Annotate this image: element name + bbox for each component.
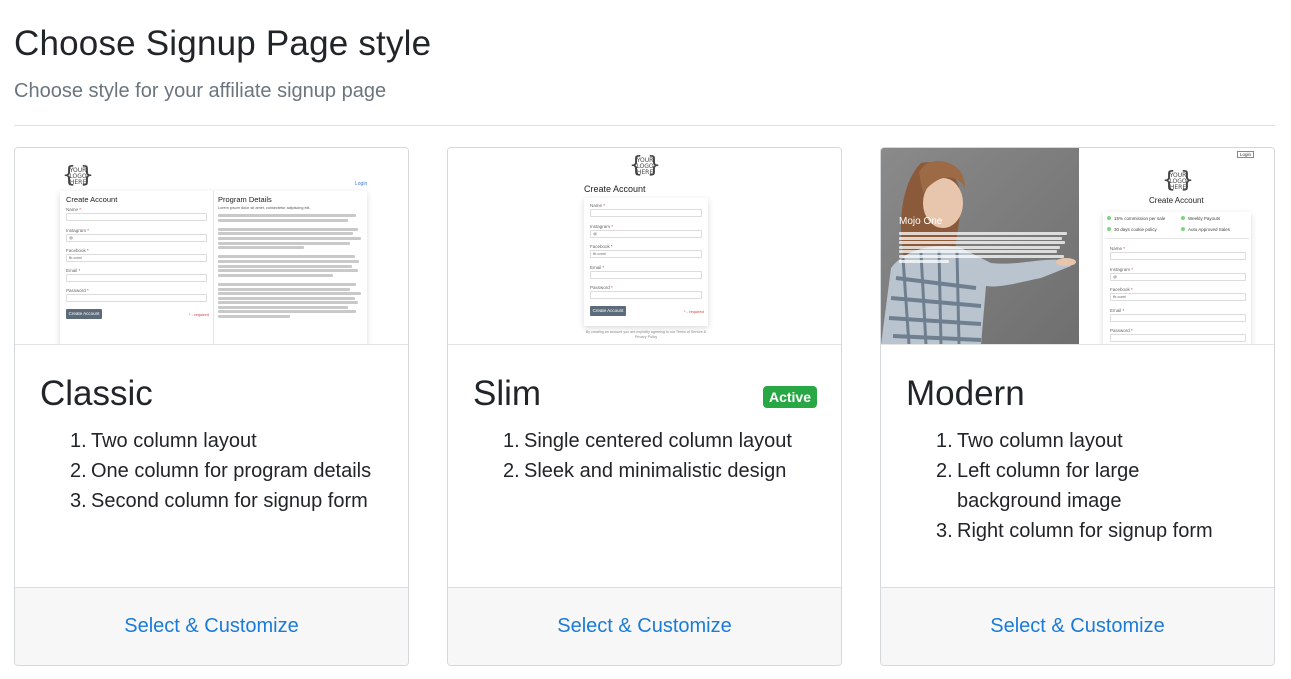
field-input xyxy=(1110,314,1246,322)
field-input xyxy=(590,209,702,217)
brand-name: Mojo One xyxy=(899,216,943,227)
field-input xyxy=(66,294,207,302)
field-input: @ xyxy=(66,234,207,242)
field-input: fb.com/ xyxy=(590,250,702,258)
perk-item: 15% commission per sale xyxy=(1114,216,1166,221)
field-label: Password * xyxy=(590,285,613,290)
list-item: 1. Two column layout xyxy=(70,430,257,452)
form-title: Create Account xyxy=(1149,196,1204,205)
perk-item: Auto Approved Sales xyxy=(1188,227,1231,232)
terms-note: By creating an account you are explicitl… xyxy=(585,330,707,339)
field-input xyxy=(1110,252,1246,260)
background-photo: Mojo One xyxy=(881,148,1079,344)
slim-preview-image: { YOUR LOGO HERE } Create Account Name *… xyxy=(448,148,841,345)
active-status-badge: Active xyxy=(762,386,817,408)
modern-preview-image: Mojo One Login { YOUR LOGO HERE } Create… xyxy=(881,148,1274,345)
field-input: fb.com/ xyxy=(1110,293,1246,301)
header-divider xyxy=(14,125,1275,126)
list-item: 3. Right column for signup form xyxy=(936,520,1213,542)
required-note: * - required xyxy=(684,309,704,314)
perk-item: Weekly Payouts xyxy=(1188,216,1221,221)
field-label: Name * xyxy=(1110,246,1126,251)
card-footer: Select & Customize xyxy=(881,587,1274,665)
feature-list: 1. Two column layout 2. One column for pro… xyxy=(70,426,371,516)
card-footer: Select & Customize xyxy=(15,587,408,665)
field-label: Facebook * xyxy=(1110,287,1133,292)
list-item: 2. One column for program details xyxy=(70,460,372,482)
field-label: Name * xyxy=(590,203,606,208)
logo-placeholder-icon: { YOUR LOGO HERE } xyxy=(629,153,661,178)
field-input xyxy=(590,291,702,299)
logo-placeholder-icon: { YOUR LOGO HERE } xyxy=(1162,168,1194,193)
field-input xyxy=(590,271,702,279)
field-label: Instagram * xyxy=(66,228,90,233)
program-details-text xyxy=(218,214,362,320)
card-title: Slim xyxy=(473,374,542,413)
field-label: Facebook * xyxy=(66,248,89,253)
form-title: Create Account xyxy=(66,195,118,204)
field-label: Facebook * xyxy=(590,244,613,249)
form-title: Create Account xyxy=(584,184,646,194)
card-footer: Select & Customize xyxy=(448,587,841,665)
list-item: 1. Two column layout xyxy=(936,430,1123,452)
field-input xyxy=(66,274,207,282)
page-subtitle: Choose style for your affiliate signup p… xyxy=(14,80,387,102)
select-customize-slim-link[interactable]: Select & Customize xyxy=(557,615,732,638)
login-link: Login xyxy=(355,181,368,187)
brand-description xyxy=(899,232,1067,264)
card-title: Modern xyxy=(906,374,1025,413)
card-title: Classic xyxy=(40,374,153,413)
field-label: Email * xyxy=(1110,308,1125,313)
list-item: 2. Left column for large background image xyxy=(936,460,1140,512)
details-intro: Lorem ipsum dolor sit amet, consectetur … xyxy=(218,206,311,210)
style-card-slim: { YOUR LOGO HERE } Create Account Name *… xyxy=(447,147,842,666)
select-customize-classic-link[interactable]: Select & Customize xyxy=(124,615,299,638)
list-item: 2. Sleek and minimalistic design xyxy=(503,460,787,482)
logo-placeholder-icon: { YOUR LOGO HERE } xyxy=(62,163,94,188)
field-input: fb.com/ xyxy=(66,254,207,262)
details-title: Program Details xyxy=(218,195,272,204)
login-button: Login xyxy=(1237,151,1255,158)
feature-list: 1. Two column layout 2. Left column for la… xyxy=(936,426,1236,546)
create-account-button: Create Account xyxy=(590,306,626,316)
list-item: 1. Single centered column layout xyxy=(503,430,792,452)
field-label: Email * xyxy=(66,268,81,273)
field-label: Instagram * xyxy=(590,224,614,229)
list-item: 3. Second column for signup form xyxy=(70,490,368,512)
style-card-classic: { YOUR LOGO HERE } Login Create Account … xyxy=(14,147,409,666)
field-input xyxy=(66,213,207,221)
required-note: * - required xyxy=(189,312,209,317)
field-input: @ xyxy=(1110,273,1246,281)
field-input xyxy=(1110,334,1246,342)
field-label: Name * xyxy=(66,207,82,212)
perk-item: 30 days cookie policy xyxy=(1114,227,1157,232)
select-customize-modern-link[interactable]: Select & Customize xyxy=(990,615,1165,638)
field-label: Email * xyxy=(590,265,605,270)
field-label: Instagram * xyxy=(1110,267,1134,272)
field-label: Password * xyxy=(66,288,89,293)
style-card-modern: Mojo One Login { YOUR LOGO HERE } Create… xyxy=(880,147,1275,666)
classic-preview-image: { YOUR LOGO HERE } Login Create Account … xyxy=(15,148,408,345)
feature-list: 1. Single centered column layout 2. Sleek … xyxy=(503,426,792,486)
field-label: Password * xyxy=(1110,328,1133,333)
field-input: @ xyxy=(590,230,702,238)
create-account-button: Create Account xyxy=(66,309,102,319)
page-title: Choose Signup Page style xyxy=(14,24,432,63)
